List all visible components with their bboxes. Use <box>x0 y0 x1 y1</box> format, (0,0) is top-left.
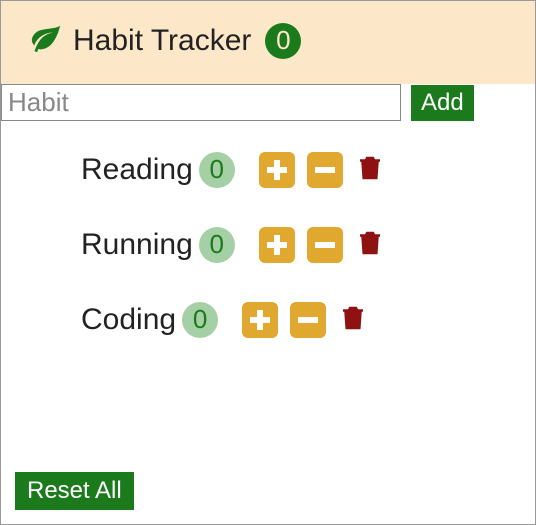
add-button[interactable]: Add <box>411 85 474 121</box>
increment-button[interactable] <box>242 302 278 338</box>
app-header: Habit Tracker 0 <box>1 1 535 84</box>
page-title: Habit Tracker <box>73 24 251 58</box>
delete-button[interactable] <box>355 151 385 188</box>
leaf-icon <box>29 21 63 60</box>
increment-button[interactable] <box>259 152 295 188</box>
decrement-button[interactable] <box>307 227 343 263</box>
delete-button[interactable] <box>338 301 368 338</box>
reset-all-button[interactable]: Reset All <box>15 472 134 510</box>
trash-icon <box>355 248 385 263</box>
habit-controls <box>242 301 368 338</box>
decrement-button[interactable] <box>290 302 326 338</box>
habit-list: Reading 0 Running 0 <box>1 121 535 386</box>
habit-name: Reading <box>81 153 193 187</box>
list-item: Reading 0 <box>81 151 525 188</box>
trash-icon <box>355 173 385 188</box>
add-habit-row: Add <box>1 84 535 121</box>
habit-count-badge: 0 <box>199 152 235 188</box>
increment-button[interactable] <box>259 227 295 263</box>
list-item: Coding 0 <box>81 301 525 338</box>
delete-button[interactable] <box>355 226 385 263</box>
list-item: Running 0 <box>81 226 525 263</box>
habit-name: Running <box>81 228 193 262</box>
trash-icon <box>338 323 368 338</box>
habit-input[interactable] <box>1 84 401 121</box>
habit-name: Coding <box>81 303 176 337</box>
habit-count-badge: 0 <box>199 227 235 263</box>
decrement-button[interactable] <box>307 152 343 188</box>
habit-controls <box>259 151 385 188</box>
habit-count-badge: 0 <box>182 302 218 338</box>
total-count-badge: 0 <box>265 23 301 59</box>
habit-controls <box>259 226 385 263</box>
